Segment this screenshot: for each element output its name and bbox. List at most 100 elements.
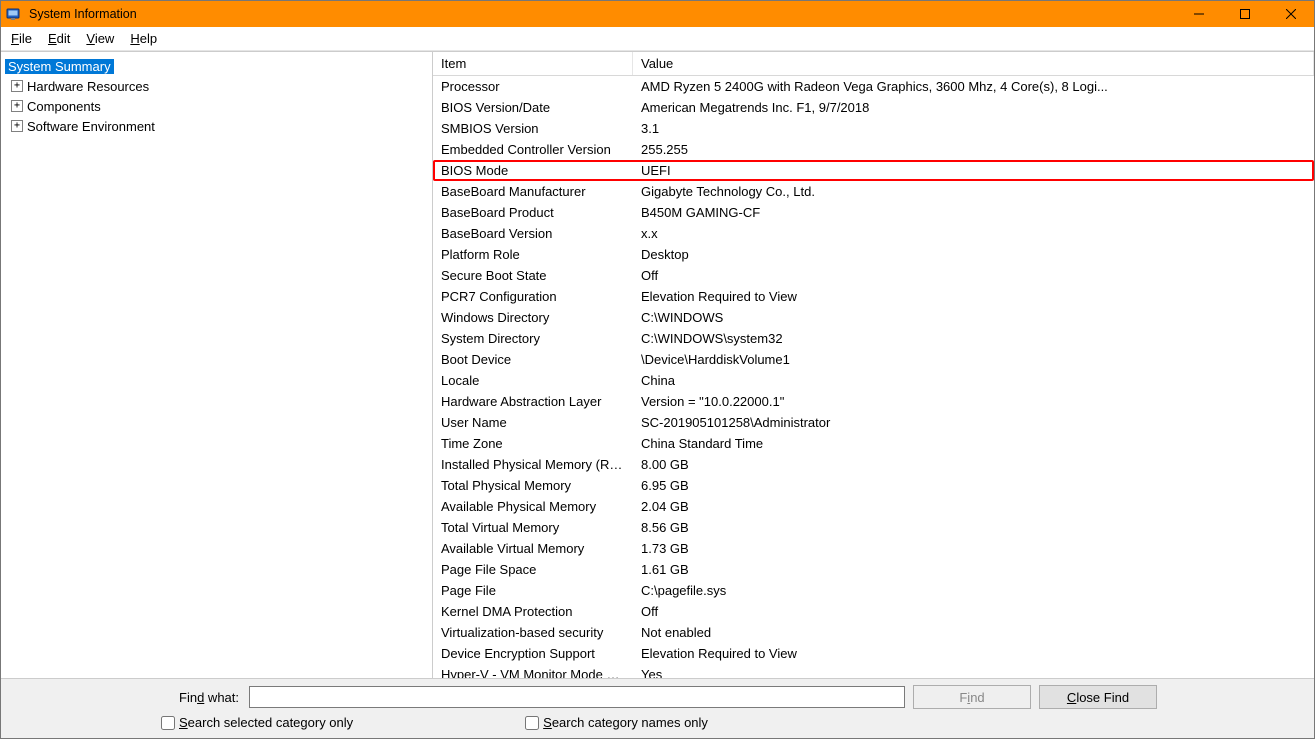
- tree-root-label: System Summary: [5, 59, 114, 74]
- search-selected-label: Search selected category only: [179, 715, 353, 730]
- cell-item: BIOS Mode: [433, 163, 633, 178]
- tree-node-label: Software Environment: [27, 119, 155, 134]
- menu-edit[interactable]: Edit: [40, 29, 78, 48]
- list-row[interactable]: Kernel DMA ProtectionOff: [433, 601, 1314, 622]
- cell-item: Page File Space: [433, 562, 633, 577]
- cell-item: Total Virtual Memory: [433, 520, 633, 535]
- cell-value: American Megatrends Inc. F1, 9/7/2018: [633, 100, 1314, 115]
- list-row[interactable]: Time ZoneChina Standard Time: [433, 433, 1314, 454]
- cell-item: BaseBoard Version: [433, 226, 633, 241]
- list-row[interactable]: Hardware Abstraction LayerVersion = "10.…: [433, 391, 1314, 412]
- cell-value: 8.00 GB: [633, 457, 1314, 472]
- minimize-button[interactable]: [1176, 1, 1222, 27]
- list-row[interactable]: ProcessorAMD Ryzen 5 2400G with Radeon V…: [433, 76, 1314, 97]
- search-names-checkbox-input[interactable]: [525, 716, 539, 730]
- close-button[interactable]: [1268, 1, 1314, 27]
- list-row[interactable]: BIOS Version/DateAmerican Megatrends Inc…: [433, 97, 1314, 118]
- cell-item: BaseBoard Manufacturer: [433, 184, 633, 199]
- cell-value: 8.56 GB: [633, 520, 1314, 535]
- cell-value: Version = "10.0.22000.1": [633, 394, 1314, 409]
- cell-value: Desktop: [633, 247, 1314, 262]
- search-names-checkbox[interactable]: Search category names only: [525, 715, 708, 730]
- menu-view[interactable]: View: [78, 29, 122, 48]
- cell-value: Off: [633, 268, 1314, 283]
- tree-expand-icon[interactable]: +: [11, 100, 23, 112]
- list-row[interactable]: Virtualization-based securityNot enabled: [433, 622, 1314, 643]
- cell-value: UEFI: [633, 163, 1314, 178]
- cell-item: Windows Directory: [433, 310, 633, 325]
- tree-expand-icon[interactable]: +: [11, 80, 23, 92]
- cell-value: Not enabled: [633, 625, 1314, 640]
- tree-node[interactable]: + Hardware Resources: [3, 76, 430, 96]
- cell-item: BaseBoard Product: [433, 205, 633, 220]
- menu-file[interactable]: File: [3, 29, 40, 48]
- tree-node[interactable]: +Components: [3, 96, 430, 116]
- list-row[interactable]: BaseBoard Versionx.x: [433, 223, 1314, 244]
- cell-item: Virtualization-based security: [433, 625, 633, 640]
- list-row[interactable]: System DirectoryC:\WINDOWS\system32: [433, 328, 1314, 349]
- maximize-button[interactable]: [1222, 1, 1268, 27]
- cell-item: Hardware Abstraction Layer: [433, 394, 633, 409]
- list-row[interactable]: BaseBoard ManufacturerGigabyte Technolog…: [433, 181, 1314, 202]
- list-row[interactable]: LocaleChina: [433, 370, 1314, 391]
- cell-item: Kernel DMA Protection: [433, 604, 633, 619]
- list-row[interactable]: Available Physical Memory2.04 GB: [433, 496, 1314, 517]
- list-row[interactable]: BIOS ModeUEFI: [433, 160, 1314, 181]
- cell-value: C:\WINDOWS: [633, 310, 1314, 325]
- find-what-input[interactable]: [249, 686, 905, 708]
- list-row[interactable]: Page FileC:\pagefile.sys: [433, 580, 1314, 601]
- close-find-button[interactable]: Close Find: [1039, 685, 1157, 709]
- find-button[interactable]: Find: [913, 685, 1031, 709]
- menu-help[interactable]: Help: [122, 29, 165, 48]
- titlebar: System Information: [1, 1, 1314, 27]
- list-row[interactable]: Total Physical Memory6.95 GB: [433, 475, 1314, 496]
- list-row[interactable]: Page File Space1.61 GB: [433, 559, 1314, 580]
- category-tree[interactable]: System Summary + Hardware Resources +Compo…: [1, 52, 433, 678]
- cell-item: Boot Device: [433, 352, 633, 367]
- cell-value: 255.255: [633, 142, 1314, 157]
- list-row[interactable]: Device Encryption SupportElevation Requi…: [433, 643, 1314, 664]
- cell-value: Elevation Required to View: [633, 289, 1314, 304]
- tree-node[interactable]: + Software Environment: [3, 116, 430, 136]
- column-header-value[interactable]: Value: [633, 52, 1314, 75]
- menubar: File Edit View Help: [1, 27, 1314, 51]
- cell-value: 1.61 GB: [633, 562, 1314, 577]
- cell-value: Off: [633, 604, 1314, 619]
- cell-value: Gigabyte Technology Co., Ltd.: [633, 184, 1314, 199]
- window-title: System Information: [29, 7, 137, 21]
- list-row[interactable]: PCR7 ConfigurationElevation Required to …: [433, 286, 1314, 307]
- cell-item: User Name: [433, 415, 633, 430]
- list-row[interactable]: Available Virtual Memory1.73 GB: [433, 538, 1314, 559]
- list-body[interactable]: ProcessorAMD Ryzen 5 2400G with Radeon V…: [433, 76, 1314, 678]
- list-row[interactable]: Installed Physical Memory (RAM)8.00 GB: [433, 454, 1314, 475]
- tree-root-system-summary[interactable]: System Summary: [3, 56, 430, 76]
- cell-value: C:\pagefile.sys: [633, 583, 1314, 598]
- cell-item: Secure Boot State: [433, 268, 633, 283]
- system-information-window: System Information File Edit View Help S…: [0, 0, 1315, 739]
- cell-value: B450M GAMING-CF: [633, 205, 1314, 220]
- list-row[interactable]: Secure Boot StateOff: [433, 265, 1314, 286]
- cell-item: Processor: [433, 79, 633, 94]
- cell-item: Platform Role: [433, 247, 633, 262]
- cell-value: 3.1: [633, 121, 1314, 136]
- list-row[interactable]: User NameSC-201905101258\Administrator: [433, 412, 1314, 433]
- list-row[interactable]: BaseBoard ProductB450M GAMING-CF: [433, 202, 1314, 223]
- main-content: System Summary + Hardware Resources +Compo…: [1, 51, 1314, 678]
- cell-item: BIOS Version/Date: [433, 100, 633, 115]
- tree-expand-icon[interactable]: +: [11, 120, 23, 132]
- list-row[interactable]: Embedded Controller Version255.255: [433, 139, 1314, 160]
- list-row[interactable]: Boot Device\Device\HarddiskVolume1: [433, 349, 1314, 370]
- list-row[interactable]: Hyper-V - VM Monitor Mode E...Yes: [433, 664, 1314, 678]
- tree-node-label: Hardware Resources: [27, 79, 149, 94]
- search-selected-checkbox[interactable]: Search selected category only: [161, 715, 353, 730]
- cell-value: China Standard Time: [633, 436, 1314, 451]
- list-row[interactable]: SMBIOS Version3.1: [433, 118, 1314, 139]
- list-row[interactable]: Total Virtual Memory8.56 GB: [433, 517, 1314, 538]
- list-row[interactable]: Windows DirectoryC:\WINDOWS: [433, 307, 1314, 328]
- search-selected-checkbox-input[interactable]: [161, 716, 175, 730]
- cell-value: China: [633, 373, 1314, 388]
- list-row[interactable]: Platform RoleDesktop: [433, 244, 1314, 265]
- column-header-item[interactable]: Item: [433, 52, 633, 75]
- cell-item: SMBIOS Version: [433, 121, 633, 136]
- cell-item: Available Virtual Memory: [433, 541, 633, 556]
